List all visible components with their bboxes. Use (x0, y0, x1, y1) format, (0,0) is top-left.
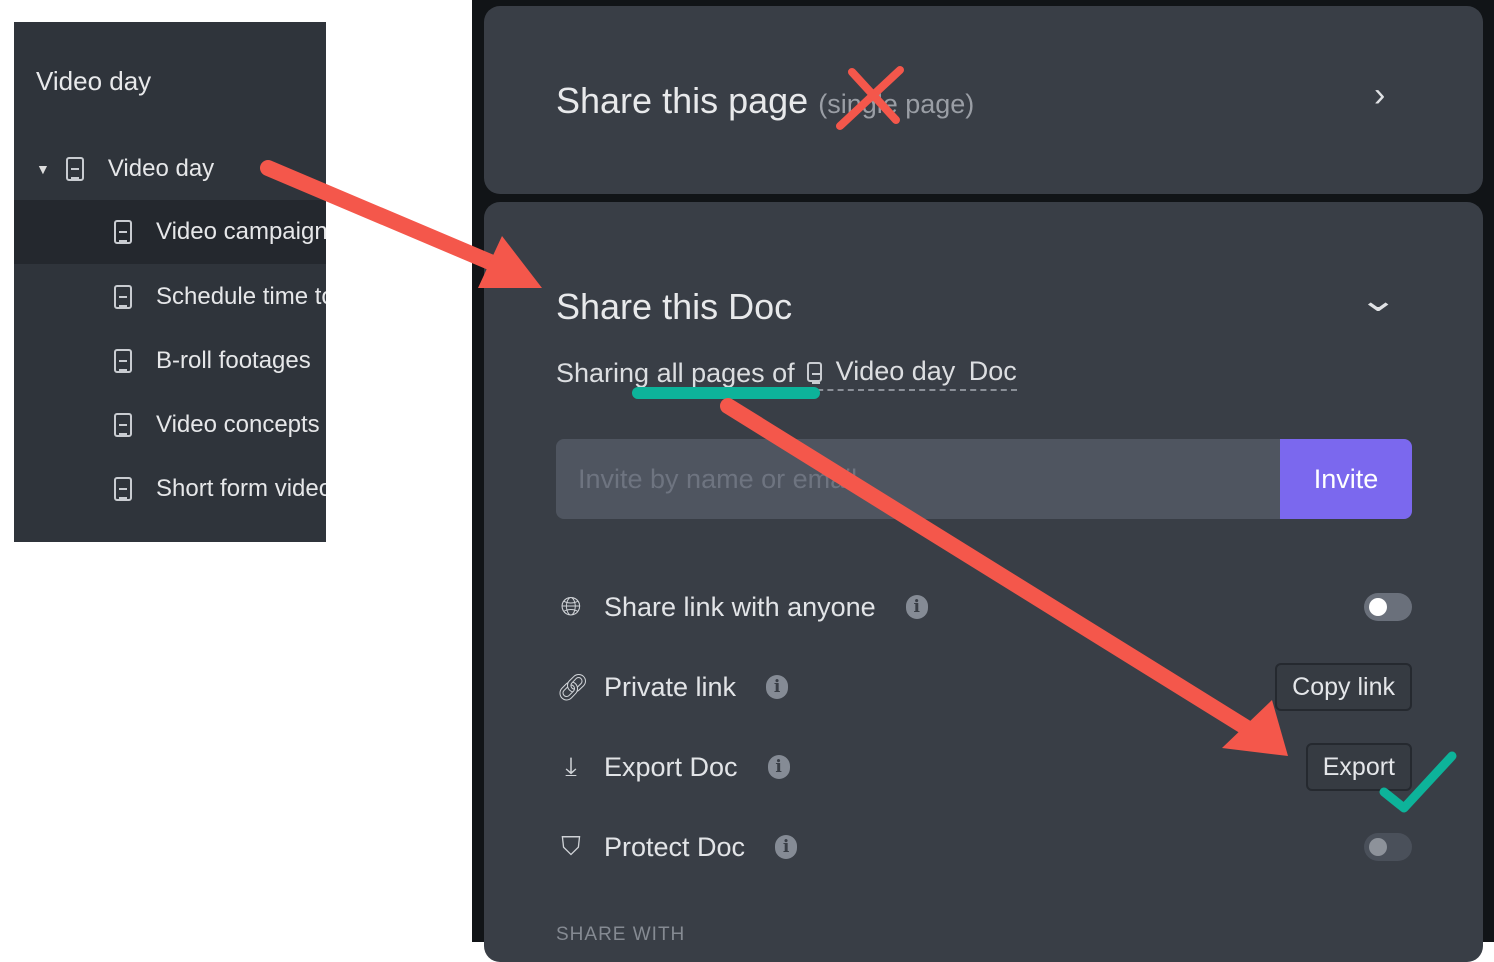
sidebar-item-label: Schedule time to film (156, 283, 326, 310)
sidebar-item-label: B-roll footages (156, 347, 311, 374)
protect-doc-toggle[interactable] (1364, 833, 1412, 861)
export-button[interactable]: Export (1305, 743, 1412, 791)
sidebar-item-short-form[interactable]: Short form videos (14, 457, 326, 521)
caret-down-icon[interactable]: ▼ (36, 161, 50, 177)
chevron-down-icon[interactable]: ⌄ (1358, 280, 1398, 320)
row-label: Share link with anyone (604, 591, 876, 622)
invite-button[interactable]: Invite (1280, 439, 1412, 519)
doc-link[interactable]: Video day Doc (806, 356, 1017, 391)
doc-suffix: Doc (968, 356, 1017, 386)
sidebar-item-label: Video day (107, 155, 215, 182)
document-icon (114, 220, 132, 244)
sidebar-item-label: Short form videos (156, 475, 326, 502)
link-icon: 🔗︎ (556, 671, 590, 702)
info-icon[interactable]: i (905, 595, 928, 619)
share-doc-card: Share this Doc ⌄ Sharing all pages of Vi… (484, 202, 1483, 962)
sidebar-item-video-concepts[interactable]: Video concepts (14, 393, 326, 457)
sidebar-item-label: Video concepts (156, 411, 320, 438)
share-link-row: 🌐︎ Share link with anyone i (556, 582, 1412, 632)
globe-icon: 🌐︎ (560, 591, 582, 621)
sidebar: Video day ▼ Video day Video campaign Sch… (14, 22, 326, 542)
sidebar-item-b-roll[interactable]: B-roll footages (14, 329, 326, 393)
document-icon (65, 157, 84, 181)
document-icon (806, 361, 822, 384)
info-icon[interactable]: i (766, 675, 789, 699)
sidebar-item-label: Video campaign (156, 218, 326, 245)
sidebar-item-video-day[interactable]: ▼ Video day (14, 137, 326, 201)
share-doc-title: Share this Doc (556, 286, 793, 327)
share-page-subtitle: (single page) (818, 89, 975, 119)
row-label: Private link (604, 671, 737, 702)
share-with-label: SHARE WITH (556, 924, 686, 945)
document-icon (114, 413, 132, 437)
invite-input[interactable] (556, 439, 1280, 519)
sidebar-item-video-campaign[interactable]: Video campaign (14, 200, 326, 264)
copy-link-button[interactable]: Copy link (1275, 663, 1412, 711)
sidebar-title: Video day (36, 66, 152, 96)
share-page-card[interactable]: Share this page (single page) › (484, 6, 1483, 194)
document-icon (114, 285, 132, 309)
info-icon[interactable]: i (767, 755, 790, 779)
sharing-prefix: Sharing all pages of (556, 358, 795, 388)
document-icon (114, 477, 132, 501)
info-icon[interactable]: i (775, 835, 798, 859)
share-link-toggle[interactable] (1364, 593, 1412, 621)
row-label: Export Doc (604, 751, 738, 782)
share-page-heading: Share this page (single page) (556, 80, 974, 122)
share-page-title: Share this page (556, 80, 809, 121)
chevron-right-icon[interactable]: › (1374, 76, 1385, 115)
export-doc-row: ⤓ Export Doc i Export (556, 742, 1412, 792)
protect-doc-row: ⛉ Protect Doc i (556, 822, 1412, 872)
private-link-row: 🔗︎ Private link i Copy link (556, 662, 1412, 712)
sidebar-item-schedule[interactable]: Schedule time to film (14, 265, 326, 329)
shield-icon: ⛉ (561, 831, 581, 861)
invite-group: Invite (556, 439, 1412, 519)
sharing-scope: Sharing all pages of Video day Doc (556, 356, 1017, 391)
download-icon: ⤓ (565, 751, 577, 781)
share-modal-area: Share this page (single page) › Share th… (472, 0, 1494, 962)
row-label: Protect Doc (604, 831, 746, 862)
doc-name: Video day (835, 356, 956, 386)
document-icon (114, 349, 132, 373)
